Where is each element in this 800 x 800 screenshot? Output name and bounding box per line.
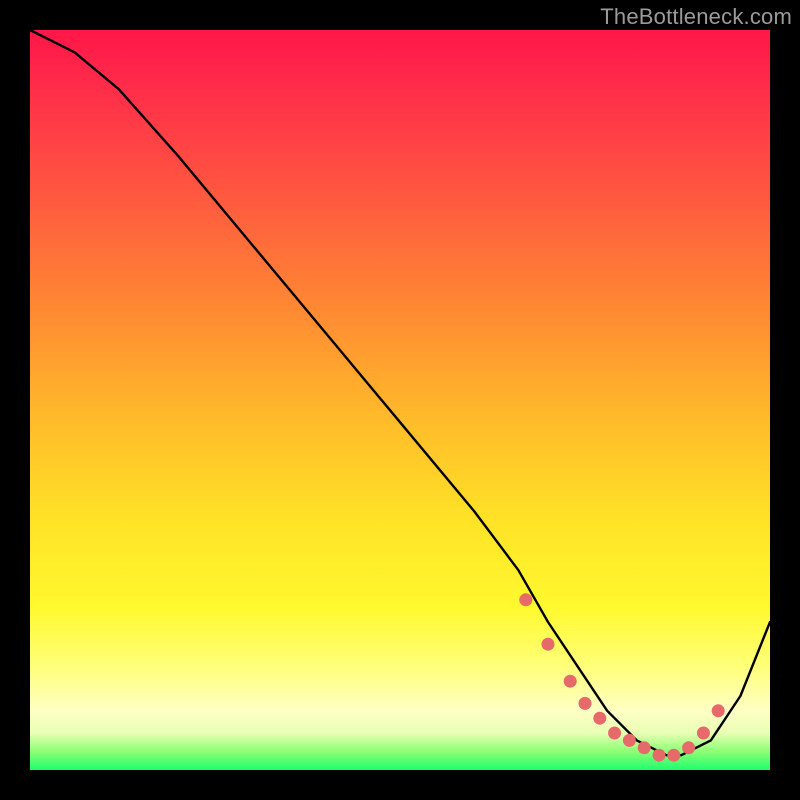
curve-layer [30, 30, 770, 770]
highlight-dot [623, 734, 636, 747]
highlight-dot [608, 727, 621, 740]
chart-frame: TheBottleneck.com [0, 0, 800, 800]
highlight-dot [682, 741, 695, 754]
highlight-dot [542, 638, 555, 651]
highlight-dot [697, 727, 710, 740]
highlight-dot [519, 593, 532, 606]
highlight-dot [712, 704, 725, 717]
highlight-dots [519, 593, 724, 761]
highlight-dot [653, 749, 666, 762]
highlight-dot [564, 675, 577, 688]
watermark-text: TheBottleneck.com [600, 4, 792, 30]
highlight-dot [593, 712, 606, 725]
highlight-dot [638, 741, 651, 754]
plot-area [30, 30, 770, 770]
highlight-dot [667, 749, 680, 762]
bottleneck-curve [30, 30, 770, 755]
highlight-dot [579, 697, 592, 710]
